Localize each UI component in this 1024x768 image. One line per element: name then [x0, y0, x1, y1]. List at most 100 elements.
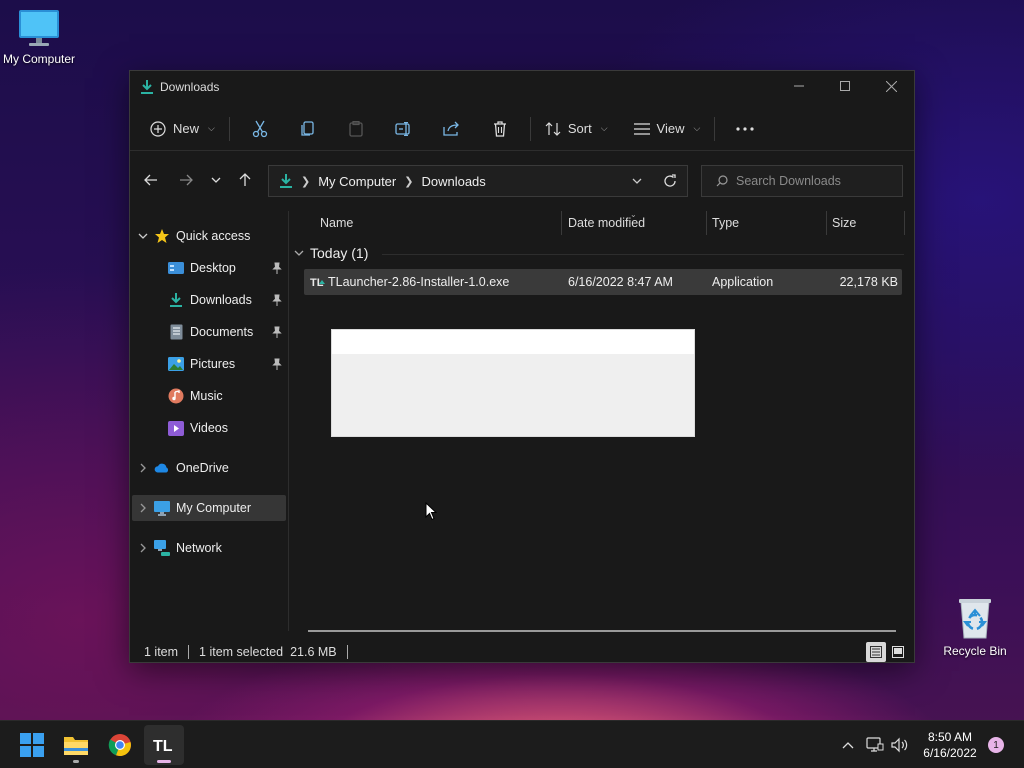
- desktop-icon-recycle-bin[interactable]: Recycle Bin: [940, 596, 1010, 658]
- chevron-down-icon[interactable]: [132, 233, 154, 239]
- sidebar-item-label: OneDrive: [176, 461, 229, 475]
- back-button[interactable]: [138, 167, 164, 193]
- download-icon: [141, 80, 153, 94]
- address-bar[interactable]: ❯ My Computer ❯ Downloads: [268, 165, 688, 197]
- clock-button[interactable]: 8:50 AM 6/16/2022: [912, 729, 988, 761]
- taskbar-chrome[interactable]: [100, 725, 140, 765]
- sidebar-item-onedrive[interactable]: OneDrive: [132, 455, 286, 481]
- clock-date: 6/16/2022: [923, 746, 977, 760]
- sidebar-item-desktop[interactable]: Desktop: [132, 255, 286, 281]
- chevron-down-icon: [211, 177, 221, 183]
- sidebar-item-downloads[interactable]: Downloads: [132, 287, 286, 313]
- tiles-view-button[interactable]: [888, 642, 908, 662]
- trash-icon: [493, 120, 506, 137]
- sidebar-item-quick-access[interactable]: Quick access: [132, 223, 286, 249]
- start-button[interactable]: [12, 725, 52, 765]
- column-divider[interactable]: [904, 211, 905, 235]
- monitor-icon: [19, 10, 59, 46]
- delete-button[interactable]: [476, 113, 524, 145]
- arrow-right-icon: [180, 174, 193, 186]
- group-divider: [382, 254, 904, 255]
- close-button[interactable]: [868, 71, 914, 101]
- chevron-down-icon: ⌵: [208, 123, 215, 133]
- command-bar: New ⌵ Sort ⌵ View ⌵: [130, 107, 914, 151]
- horizontal-scrollbar[interactable]: [308, 630, 896, 632]
- table-row[interactable]: TL TLauncher-2.86-Installer-1.0.exe 6/16…: [304, 269, 902, 295]
- chevron-right-icon[interactable]: [132, 543, 154, 553]
- column-header-type[interactable]: Type: [712, 216, 739, 230]
- new-button[interactable]: New ⌵: [142, 113, 223, 145]
- breadcrumb-my-computer[interactable]: My Computer: [318, 174, 396, 189]
- status-bar: 1 item 1 item selected 21.6 MB: [130, 641, 914, 663]
- document-icon: [168, 324, 184, 340]
- title-bar[interactable]: Downloads: [130, 71, 914, 103]
- copy-icon: [301, 120, 314, 136]
- sidebar-item-label: Downloads: [190, 293, 252, 307]
- refresh-button[interactable]: [653, 166, 687, 196]
- recent-locations-button[interactable]: [203, 167, 229, 193]
- sidebar-item-music[interactable]: Music: [132, 383, 286, 409]
- column-header-name[interactable]: Name: [320, 216, 353, 230]
- volume-tray-button[interactable]: [890, 735, 910, 755]
- pin-icon: [272, 294, 282, 309]
- chevron-right-icon[interactable]: [132, 463, 154, 473]
- view-button[interactable]: View ⌵: [626, 113, 709, 145]
- sidebar-item-pictures[interactable]: Pictures: [132, 351, 286, 377]
- sidebar-item-documents[interactable]: Documents: [132, 319, 286, 345]
- view-lines-icon: [633, 122, 650, 135]
- share-button[interactable]: [428, 113, 476, 145]
- pin-icon: [272, 262, 282, 277]
- rename-button[interactable]: [380, 113, 428, 145]
- cut-button[interactable]: [236, 113, 284, 145]
- search-icon: [716, 175, 728, 187]
- sort-button-label: Sort: [567, 121, 592, 136]
- file-list-pane: Name ⌄ Date modified Type Size Today (1)…: [290, 210, 914, 632]
- group-header-today[interactable]: Today (1): [294, 245, 368, 261]
- column-header-date-modified[interactable]: Date modified: [568, 216, 645, 230]
- forward-button[interactable]: [173, 167, 199, 193]
- sidebar-item-label: Music: [190, 389, 223, 403]
- desktop-icon-my-computer[interactable]: My Computer: [0, 8, 78, 66]
- desktop-icon-label: Recycle Bin: [943, 644, 1007, 658]
- sidebar-item-label: Videos: [190, 421, 228, 435]
- up-button[interactable]: [232, 167, 258, 193]
- paste-button[interactable]: [332, 113, 380, 145]
- more-options-button[interactable]: [721, 113, 769, 145]
- share-icon: [443, 121, 460, 136]
- details-view-button[interactable]: [866, 642, 886, 662]
- pane-splitter[interactable]: [288, 211, 289, 631]
- search-input[interactable]: [736, 174, 886, 188]
- copy-button[interactable]: [284, 113, 332, 145]
- sidebar-item-my-computer[interactable]: My Computer: [132, 495, 286, 521]
- column-header-size[interactable]: Size: [832, 216, 856, 230]
- taskbar-file-explorer[interactable]: [56, 725, 96, 765]
- sort-button[interactable]: Sort ⌵: [537, 113, 616, 145]
- star-icon: [154, 228, 170, 244]
- refresh-icon: [664, 174, 676, 187]
- tiles-view-icon: [892, 646, 904, 658]
- notification-badge[interactable]: 1: [988, 737, 1004, 753]
- sidebar-item-videos[interactable]: Videos: [132, 415, 286, 441]
- sort-icon: [545, 121, 561, 136]
- file-date: 6/16/2022 8:47 AM: [568, 275, 673, 289]
- toolbar-divider: [529, 116, 531, 141]
- minimize-button[interactable]: [776, 71, 822, 101]
- file-size: 22,178 KB: [839, 275, 898, 289]
- column-divider[interactable]: [826, 211, 827, 235]
- show-hidden-icons-button[interactable]: [838, 735, 858, 755]
- column-divider[interactable]: [706, 211, 707, 235]
- network-tray-button[interactable]: [865, 735, 885, 755]
- file-type: Application: [712, 275, 774, 289]
- taskbar-tlauncher[interactable]: TL: [144, 725, 184, 765]
- sidebar-item-label: Desktop: [190, 261, 236, 275]
- breadcrumb-downloads[interactable]: Downloads: [421, 174, 485, 189]
- minimize-icon: [794, 85, 804, 87]
- monitor-icon: [154, 500, 170, 516]
- chevron-right-icon[interactable]: [132, 503, 154, 513]
- maximize-button[interactable]: [822, 71, 868, 101]
- address-dropdown-button[interactable]: [621, 166, 653, 196]
- sidebar-item-network[interactable]: Network: [132, 535, 286, 561]
- search-box[interactable]: [701, 165, 903, 197]
- status-divider: [346, 645, 348, 659]
- column-divider[interactable]: [561, 211, 562, 235]
